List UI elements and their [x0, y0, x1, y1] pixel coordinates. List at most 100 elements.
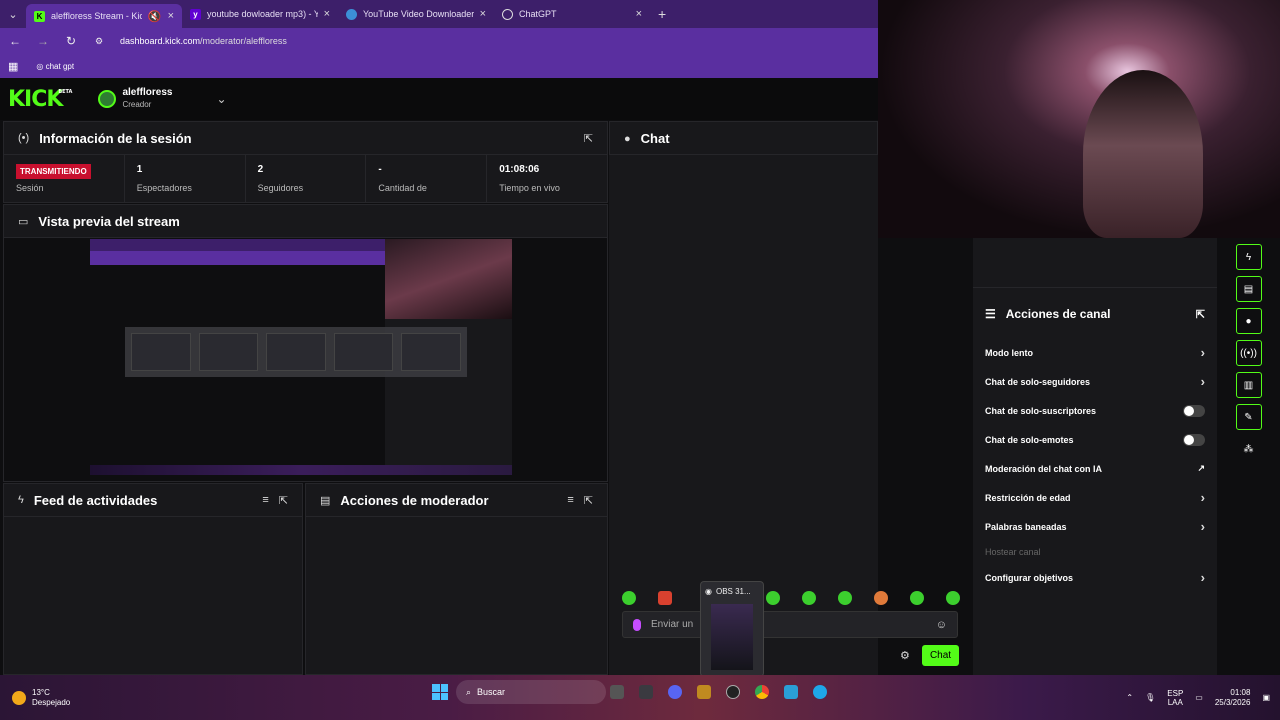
- discord-icon[interactable]: [668, 685, 682, 699]
- emotes-only-toggle[interactable]: [1183, 433, 1205, 446]
- notification-icon[interactable]: ▣: [1262, 693, 1270, 702]
- emote-icon[interactable]: [766, 591, 780, 605]
- close-tab-icon[interactable]: ×: [636, 8, 642, 20]
- filter-icon[interactable]: ≡: [567, 494, 573, 506]
- chat-input[interactable]: Enviar un ☺: [622, 611, 958, 638]
- file-explorer-icon[interactable]: [610, 685, 624, 699]
- panel-title: Acciones de moderador: [340, 492, 489, 508]
- edge-icon[interactable]: [813, 685, 827, 699]
- chat-panel-header: ● Chat: [609, 121, 878, 155]
- emote-icon[interactable]: [802, 591, 816, 605]
- action-ai-moderation[interactable]: Moderación del chat con IA ↗: [973, 454, 1217, 483]
- expand-icon[interactable]: ⇱: [1196, 308, 1205, 321]
- action-followers-only[interactable]: Chat de solo-seguidores ›: [973, 367, 1217, 396]
- action-label: Chat de solo-emotes: [985, 434, 1074, 445]
- obs-icon[interactable]: [726, 685, 740, 699]
- modactions-header: ▤ Acciones de moderador ≡ ⇱: [306, 484, 607, 517]
- browser-tab-yahoo[interactable]: y youtube dowloader mp3) - Yah ×: [182, 0, 338, 28]
- panel-title: Información de la sesión: [39, 130, 192, 146]
- close-tab-icon[interactable]: ×: [324, 8, 330, 20]
- action-label: Palabras baneadas: [985, 521, 1067, 532]
- chat-bubble-icon[interactable]: ●: [1235, 308, 1262, 334]
- emote-icon[interactable]: [946, 591, 960, 605]
- action-host-channel: Hostear canal: [973, 541, 1217, 563]
- chrome-icon[interactable]: [755, 685, 769, 699]
- action-slow-mode[interactable]: Modo lento ›: [973, 338, 1217, 367]
- chevron-right-icon: ›: [1200, 570, 1205, 585]
- browser-tab-chatgpt[interactable]: ChatGPT ×: [494, 0, 650, 28]
- document-icon[interactable]: ▤: [1235, 276, 1262, 302]
- emote-icon[interactable]: [838, 591, 852, 605]
- browser-tab-ytdownloader[interactable]: YouTube Video Downloader - Y ×: [338, 0, 494, 28]
- app-icon[interactable]: [639, 685, 653, 699]
- bookmark-chatgpt[interactable]: ◎ chat gpt: [36, 62, 74, 71]
- activity-feed-panel: ϟ Feed de actividades ≡ ⇱: [3, 483, 303, 675]
- user-info[interactable]: aleffloress Creador: [122, 87, 172, 111]
- action-banned-words[interactable]: Palabras baneadas ›: [973, 512, 1217, 541]
- filter-icon[interactable]: ≡: [262, 494, 268, 506]
- chevron-up-icon[interactable]: ⌃: [1126, 693, 1133, 702]
- forward-icon[interactable]: →: [36, 34, 50, 48]
- new-tab-button[interactable]: +: [650, 6, 674, 22]
- panel-title: Chat: [640, 131, 670, 146]
- close-tab-icon[interactable]: ×: [480, 8, 486, 20]
- action-configure-goals[interactable]: Configurar objetivos ›: [973, 563, 1217, 592]
- weather-widget[interactable]: 13°C Despejado: [12, 688, 70, 708]
- expand-icon[interactable]: ⇱: [279, 494, 288, 507]
- broadcast-icon[interactable]: ((•)): [1235, 340, 1262, 366]
- layout-icon[interactable]: ▥: [1235, 372, 1262, 398]
- tab-menu-icon[interactable]: ⌄: [0, 0, 26, 28]
- stat-value: 1: [136, 164, 143, 175]
- taskbar-search[interactable]: ⌕ Buscar: [456, 680, 606, 704]
- emote-icon[interactable]: [658, 591, 672, 605]
- add-widget-icon[interactable]: ⁂: [1236, 436, 1262, 462]
- stream-preview-video[interactable]: [90, 239, 512, 475]
- apps-grid-icon[interactable]: ▦: [8, 60, 18, 73]
- chat-send-button[interactable]: Chat: [922, 645, 959, 666]
- expand-icon[interactable]: ⇱: [584, 494, 593, 507]
- wrench-icon[interactable]: ✎: [1235, 404, 1262, 430]
- chevron-down-icon[interactable]: ⌄: [216, 92, 226, 106]
- emote-icon[interactable]: [874, 591, 888, 605]
- chevron-right-icon: ›: [1200, 374, 1205, 389]
- chat-placeholder: Enviar un: [651, 619, 694, 630]
- user-role: Creador: [122, 100, 152, 109]
- site-info-icon[interactable]: ⚙: [92, 36, 106, 47]
- avatar[interactable]: [98, 90, 117, 108]
- yahoo-icon: y: [190, 8, 201, 20]
- action-age-restriction[interactable]: Restricción de edad ›: [973, 483, 1217, 512]
- emote-icon[interactable]: [622, 591, 636, 605]
- stat-label: Espectadores: [136, 183, 192, 193]
- microphone-icon[interactable]: 🎙: [1145, 693, 1155, 702]
- browser-tab-bar: ⌄ K aleffloress Stream - Kick Da 🔇 × y y…: [0, 0, 878, 28]
- language-indicator[interactable]: ESP LAA: [1167, 689, 1183, 707]
- url-field[interactable]: dashboard.kick.com/moderator/aleffloress: [120, 36, 287, 46]
- emote-icon[interactable]: [910, 591, 924, 605]
- chat-settings-icon[interactable]: ⚙: [900, 649, 910, 662]
- stat-viewers: 1 Espectadores: [125, 155, 246, 202]
- mute-icon[interactable]: 🔇: [148, 10, 162, 23]
- action-label: Configurar objetivos: [985, 572, 1074, 583]
- display-icon[interactable]: ▭: [1195, 693, 1203, 702]
- stat-amount: - Cantidad de: [366, 155, 488, 202]
- back-icon[interactable]: ←: [8, 34, 22, 48]
- webcam-overlay: [878, 0, 1280, 238]
- microphone-icon[interactable]: [633, 618, 641, 631]
- preview-webcam-capture: [385, 239, 512, 319]
- expand-icon[interactable]: ⇱: [584, 132, 593, 145]
- windows-start-icon[interactable]: [432, 684, 448, 700]
- bolt-icon[interactable]: ϟ: [1235, 244, 1262, 270]
- clock[interactable]: 01:08 25/3/2026: [1215, 688, 1251, 708]
- reload-icon[interactable]: ↻: [64, 34, 78, 48]
- stat-live-time: 01:08:06 Tiempo en vivo: [487, 155, 607, 202]
- browser-tab-kick[interactable]: K aleffloress Stream - Kick Da 🔇 ×: [26, 4, 182, 28]
- subscribers-only-toggle[interactable]: [1183, 404, 1205, 417]
- action-label: Moderación del chat con IA: [985, 463, 1103, 474]
- app-icon[interactable]: [697, 685, 711, 699]
- notepad-icon[interactable]: [784, 685, 798, 699]
- kick-logo[interactable]: KICK BETA: [8, 87, 72, 112]
- obs-taskbar-preview[interactable]: ◉ OBS 31...: [700, 581, 764, 677]
- beta-badge: BETA: [58, 88, 73, 95]
- emoji-icon[interactable]: ☺: [936, 619, 947, 631]
- close-tab-icon[interactable]: ×: [168, 10, 174, 22]
